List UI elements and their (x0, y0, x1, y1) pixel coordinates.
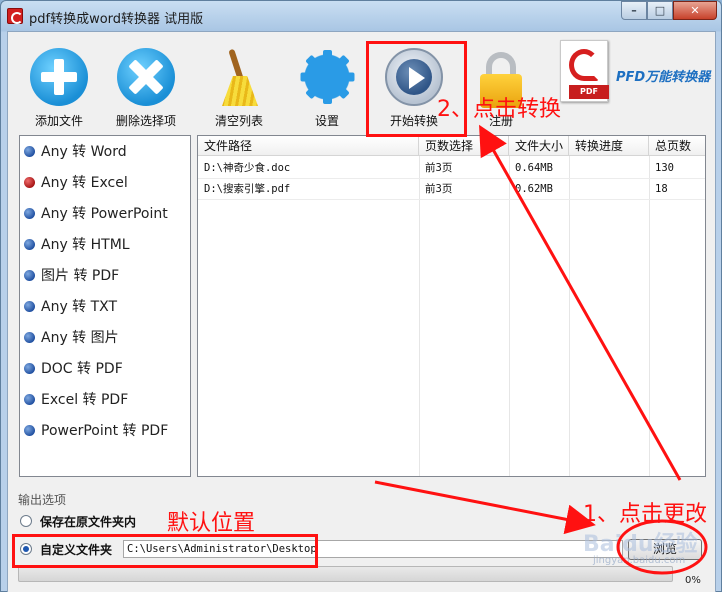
conversion-option-label: Any 转 Word (41, 144, 127, 160)
x-icon (117, 48, 175, 106)
annotation-step2: 2、点击转换 (437, 97, 561, 122)
bullet-icon (24, 207, 35, 219)
radio-save-original[interactable]: 保存在原文件夹内 (20, 512, 136, 530)
conversion-option-label: Any 转 Excel (41, 175, 128, 191)
table-row[interactable]: D:\搜索引擎.pdf 前3页 0.62MB 18 (198, 179, 705, 200)
col-header-size[interactable]: 文件大小 (509, 136, 569, 156)
output-options-label: 输出选项 (18, 493, 67, 507)
bullet-icon (24, 238, 35, 250)
conversion-option[interactable]: Any 转 PowerPoint (22, 202, 188, 224)
col-header-path[interactable]: 文件路径 (198, 136, 419, 156)
delete-selected-button[interactable]: 删除选择项 (105, 42, 187, 128)
bullet-icon (24, 393, 35, 405)
app-logo-icon (7, 8, 23, 24)
settings-label: 设置 (314, 114, 339, 128)
gear-icon (298, 48, 356, 106)
conversion-option[interactable]: PowerPoint 转 PDF (22, 419, 188, 441)
broom-icon (210, 48, 268, 106)
conversion-option-label: DOC 转 PDF (41, 361, 123, 377)
conversion-option-label: Any 转 HTML (41, 237, 130, 253)
conversion-option[interactable]: 图片 转 PDF (22, 264, 188, 286)
table-cell-path: D:\搜索引擎.pdf (204, 183, 291, 195)
watermark-url: jingyan.baidu.com (593, 555, 686, 566)
pdf-file-icon: PDF (560, 40, 609, 102)
table-cell-path: D:\神奇少食.doc (204, 162, 291, 174)
clear-list-button[interactable]: 清空列表 (198, 42, 280, 128)
column-divider (649, 156, 650, 476)
conversion-progress-bar (18, 566, 673, 582)
conversion-option-label: Any 转 图片 (41, 330, 119, 346)
conversion-type-list: Any 转 Word Any 转 Excel Any 转 PowerPoint Any… (19, 135, 191, 477)
annotation-default-location: 默认位置 (167, 511, 256, 536)
annotation-step1: 1、点击更改 (583, 502, 707, 527)
conversion-option-label: Excel 转 PDF (41, 392, 129, 408)
table-cell-size: 0.64MB (515, 162, 553, 174)
minimize-button[interactable]: – (621, 1, 647, 20)
col-header-total-pages[interactable]: 总页数 (649, 136, 705, 156)
bullet-icon (24, 145, 35, 157)
add-file-label: 添加文件 (34, 114, 83, 128)
table-cell-progress (569, 158, 575, 179)
radio-button[interactable] (20, 515, 32, 527)
bullet-icon (24, 300, 35, 312)
clear-list-label: 清空列表 (214, 114, 263, 128)
conversion-option-label: PowerPoint 转 PDF (41, 423, 169, 439)
conversion-option-label: Any 转 PowerPoint (41, 206, 168, 222)
table-row[interactable]: D:\神奇少食.doc 前3页 0.64MB 130 (198, 158, 705, 179)
table-cell-pages-sel: 前3页 (425, 162, 453, 174)
window-controls: – □ ✕ (621, 1, 717, 21)
highlight-custom-folder (12, 534, 318, 568)
bullet-icon (24, 269, 35, 281)
conversion-option[interactable]: Any 转 图片 (22, 326, 188, 348)
column-divider (569, 156, 570, 476)
file-table: 文件路径 页数选择 文件大小 转换进度 总页数 D:\神奇少食.doc 前3页 0.… (197, 135, 706, 477)
selected-bullet-icon (24, 176, 35, 188)
toolbar: 添加文件 删除选择项 清空列表 设置 开始转换 注册 PDF PFD万能转换器 (8, 32, 715, 130)
table-header: 文件路径 页数选择 文件大小 转换进度 总页数 (198, 136, 705, 156)
add-file-button[interactable]: 添加文件 (18, 42, 100, 128)
title-bar[interactable]: pdf转换成word转换器 试用版 – □ ✕ (1, 1, 721, 31)
bullet-icon (24, 362, 35, 374)
bullet-icon (24, 331, 35, 343)
close-button[interactable]: ✕ (673, 1, 717, 20)
conversion-option-label: 图片 转 PDF (41, 268, 120, 284)
col-header-page-select[interactable]: 页数选择 (419, 136, 509, 156)
maximize-button[interactable]: □ (647, 1, 673, 20)
table-cell-total: 18 (655, 183, 668, 195)
conversion-option[interactable]: Any 转 HTML (22, 233, 188, 255)
plus-icon (30, 48, 88, 106)
table-cell-size: 0.62MB (515, 183, 553, 195)
conversion-option[interactable]: Excel 转 PDF (22, 388, 188, 410)
progress-percent: 0% (685, 575, 701, 586)
column-divider (419, 156, 420, 476)
column-divider (509, 156, 510, 476)
bullet-icon (24, 424, 35, 436)
table-cell-pages-sel: 前3页 (425, 183, 453, 195)
window-title: pdf转换成word转换器 试用版 (29, 12, 204, 27)
brand-name: PFD万能转换器 (616, 70, 711, 85)
conversion-option[interactable]: Any 转 Word (22, 140, 188, 162)
delete-selected-label: 删除选择项 (115, 114, 176, 128)
table-cell-total: 130 (655, 162, 674, 174)
brand-logo: PDF PFD万能转换器 (556, 40, 712, 128)
table-cell-progress (569, 179, 575, 200)
conversion-option-label: Any 转 TXT (41, 299, 118, 315)
settings-button[interactable]: 设置 (286, 42, 368, 128)
conversion-option[interactable]: Any 转 Excel (22, 171, 188, 193)
conversion-option[interactable]: DOC 转 PDF (22, 357, 188, 379)
radio-save-original-label: 保存在原文件夹内 (40, 514, 137, 529)
conversion-option[interactable]: Any 转 TXT (22, 295, 188, 317)
watermark-text: Baidu经验 (583, 532, 698, 557)
pdf-badge: PDF (569, 85, 609, 99)
col-header-progress[interactable]: 转换进度 (569, 136, 649, 156)
